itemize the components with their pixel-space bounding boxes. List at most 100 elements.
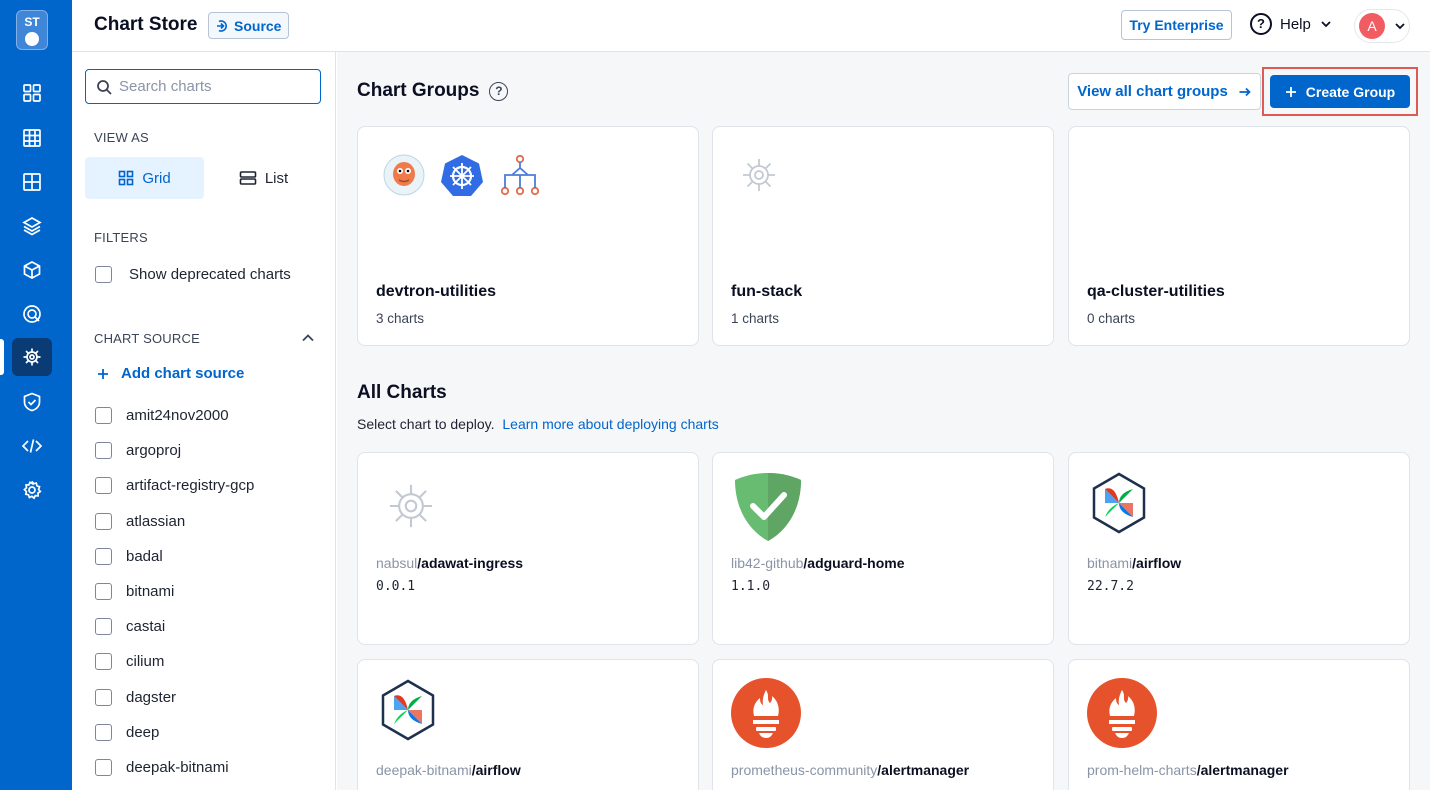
prometheus-icon [731,678,801,748]
add-chart-source-button[interactable]: Add chart source [97,365,244,382]
kubernetes-icon [441,155,483,196]
view-grid-option[interactable]: Grid [85,157,204,199]
source-checkbox[interactable] [95,583,112,601]
source-checkbox[interactable] [95,547,112,565]
chart-source-header[interactable]: CHART SOURCE [94,330,316,346]
source-checkbox[interactable] [95,477,112,495]
devtron-logo-icon [25,32,39,46]
learn-more-link[interactable]: Learn more about deploying charts [502,416,718,432]
help-menu[interactable]: ? Help [1250,13,1333,35]
source-button-label: Source [234,17,282,34]
user-menu[interactable]: A [1354,9,1410,43]
jobs-icon [23,129,41,147]
source-button[interactable]: Source [208,12,290,39]
helm-placeholder-icon [743,159,775,191]
list-item[interactable]: dagster [95,680,254,715]
view-list-option[interactable]: List [204,157,323,199]
shield-check-icon [23,392,41,412]
source-name: argoproj [126,442,182,460]
list-item[interactable]: badal [95,539,254,574]
group-count: 1 charts [731,311,780,326]
org-logo[interactable]: ST [16,10,48,50]
search-input[interactable] [119,78,309,95]
chevron-down-icon [1395,23,1405,30]
avatar: A [1359,13,1385,39]
chart-group-card[interactable]: qa-cluster-utilities 0 charts [1068,126,1410,346]
chevron-down-icon [1321,21,1331,28]
chart-card[interactable]: prom-helm-charts/alertmanager [1068,659,1410,790]
chart-card[interactable]: deepak-bitnami/airflow [357,659,699,790]
chart-version: 22.7.2 [1087,579,1134,594]
source-name: bitnami [126,583,175,601]
group-chart-icons [737,153,781,197]
group-count: 0 charts [1087,311,1136,326]
chart-card[interactable]: bitnami/airflow 22.7.2 [1068,452,1410,645]
source-checkbox[interactable] [95,723,112,741]
help-circle-icon[interactable]: ? [489,81,509,101]
chart-repo: prometheus-community [731,762,878,778]
show-deprecated-filter[interactable]: Show deprecated charts [95,266,291,283]
chart-card[interactable]: prometheus-community/alertmanager [712,659,1054,790]
chart-repo: nabsul [376,555,418,571]
chart-repo: deepak-bitnami [376,762,472,778]
nav-applications[interactable] [12,74,52,112]
chevron-up-icon[interactable] [300,330,316,346]
plus-icon [1285,86,1296,97]
nav-chart-store[interactable] [12,338,52,376]
list-item[interactable]: amit24nov2000 [95,398,254,433]
source-checkbox[interactable] [95,758,112,776]
nav-resource-browser[interactable] [12,207,52,245]
prometheus-icon [1087,678,1157,748]
chart-name: lib42-github/adguard-home [731,555,905,571]
plus-icon [98,368,108,379]
list-item[interactable]: atlassian [95,504,254,539]
source-checkbox[interactable] [95,653,112,671]
app-groups-icon [23,173,41,191]
try-enterprise-button[interactable]: Try Enterprise [1121,10,1232,40]
source-name: badal [126,547,163,565]
list-item[interactable]: artifact-registry-gcp [95,468,254,503]
list-item[interactable]: cilium [95,644,254,679]
list-item[interactable]: deep [95,715,254,750]
source-checkbox[interactable] [95,442,112,460]
view-as-toggle: Grid List [85,157,323,199]
search-icon [97,79,112,95]
nav-infrastructure[interactable] [12,251,52,289]
chart-name: nabsul/adawat-ingress [376,555,523,571]
nav-security[interactable] [12,383,52,421]
view-all-chart-groups-button[interactable]: View all chart groups [1068,73,1261,110]
list-item[interactable]: deepak-bitnami [95,750,254,785]
list-item[interactable]: bitnami [95,574,254,609]
source-checkbox[interactable] [95,407,112,425]
create-group-button[interactable]: Create Group [1270,75,1410,108]
chart-title: /adguard-home [803,555,905,571]
list-item[interactable]: argoproj [95,433,254,468]
list-item[interactable]: castai [95,609,254,644]
chart-card[interactable]: lib42-github/adguard-home 1.1.0 [712,452,1054,645]
chart-group-card[interactable]: fun-stack 1 charts [712,126,1054,346]
nav-global-configurations[interactable] [12,471,52,509]
chart-version: 1.1.0 [731,579,771,594]
search-box[interactable] [85,69,321,104]
main-content: Chart Groups ? View all chart groups Cre… [337,52,1430,790]
show-deprecated-checkbox[interactable] [95,266,112,283]
list-icon [239,171,257,185]
page-title: Chart Store [94,14,198,35]
help-label: Help [1280,15,1311,33]
chart-name: prometheus-community/alertmanager [731,762,969,778]
nav-bulk-edit[interactable] [12,427,52,465]
grid-icon [119,170,134,186]
chart-group-card[interactable]: devtron-utilities 3 charts [357,126,699,346]
nav-jobs[interactable] [12,119,52,157]
chart-card[interactable]: nabsul/adawat-ingress 0.0.1 [357,452,699,645]
org-logo-text: ST [24,15,40,29]
chart-groups-title: Chart Groups [357,80,480,101]
nav-software-distribution[interactable] [12,295,52,333]
source-checkbox[interactable] [95,618,112,636]
chart-title: /alertmanager [1196,762,1289,778]
view-as-label: VIEW AS [94,130,149,145]
source-checkbox[interactable] [95,512,112,530]
nav-app-groups[interactable] [12,163,52,201]
active-nav-marker [0,339,4,375]
source-checkbox[interactable] [95,688,112,706]
